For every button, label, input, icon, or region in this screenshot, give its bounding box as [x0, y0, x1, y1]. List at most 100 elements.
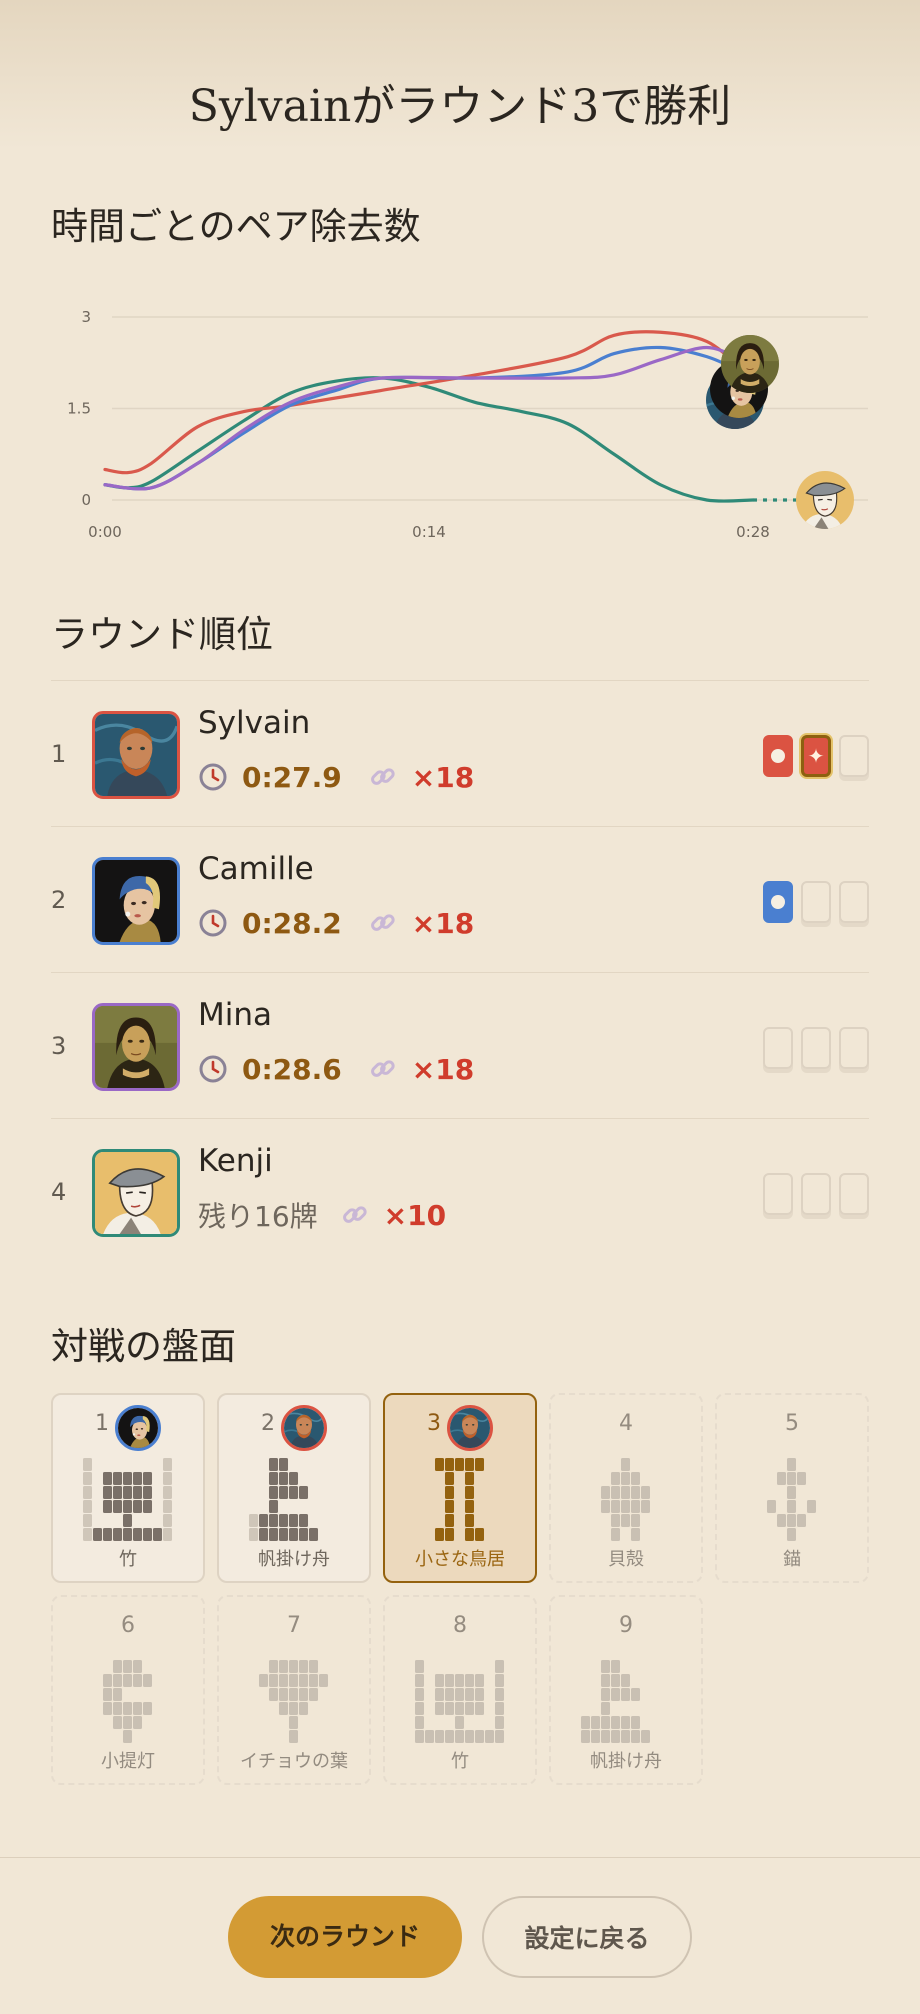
board-name: 錨	[783, 1549, 801, 1570]
board-number: 4	[619, 1411, 633, 1436]
board-number: 8	[453, 1613, 467, 1638]
clock-icon	[199, 1055, 227, 1083]
y-tick-label: 1.5	[67, 400, 91, 418]
ranking-row-kenji: 4 Kenji 残り16牌 ×10	[51, 1118, 869, 1264]
pair-multiplier: ×18	[411, 760, 475, 794]
sparkle-mark: ✦	[807, 744, 825, 768]
empty-round-slot	[801, 1173, 831, 1215]
board-tile-1[interactable]: 1竹	[51, 1393, 205, 1583]
next-round-button[interactable]: 次のラウンド	[228, 1896, 462, 1978]
back-to-settings-button[interactable]: 設定に戻る	[482, 1896, 692, 1978]
player-avatar	[92, 711, 180, 799]
board-number: 7	[287, 1613, 301, 1638]
chart-marker-mina	[721, 335, 779, 393]
board-number: 6	[121, 1613, 135, 1638]
player-stats: 0:28.6 ×18	[198, 1051, 474, 1087]
empty-round-slot	[801, 881, 831, 923]
board-tile-8[interactable]: 8竹	[383, 1595, 537, 1785]
circle-mark	[771, 895, 785, 909]
player-stats: 残り16牌 ×10	[198, 1197, 447, 1234]
circle-mark	[771, 749, 785, 763]
board-tile-6[interactable]: 6 小提灯	[51, 1595, 205, 1785]
player-stats: 0:28.2 ×18	[198, 905, 474, 941]
pair-multiplier: ×18	[411, 1052, 475, 1086]
finish-time: 0:27.9	[242, 760, 342, 794]
board-shape-preview	[415, 1660, 504, 1743]
board-shape-preview	[103, 1660, 152, 1743]
player-avatar	[92, 1149, 180, 1237]
chart-heading: 時間ごとのペア除去数	[51, 205, 421, 248]
ranking-row-mina: 3 Mina 0:28.6 ×18	[51, 972, 869, 1118]
board-shape-preview	[259, 1660, 328, 1743]
remaining-tiles: 残り16牌	[198, 1200, 318, 1233]
pairs-over-time-chart: 0 1.5 3 0:00 0:14 0:28	[67, 308, 868, 541]
link-icon	[370, 914, 395, 931]
board-shape-preview	[435, 1458, 484, 1541]
rank-number: 3	[51, 1032, 67, 1060]
ranking-heading: ラウンド順位	[51, 613, 273, 656]
round-wins: ✦	[763, 735, 869, 777]
board-name: 竹	[119, 1549, 137, 1570]
player-avatar	[92, 857, 180, 945]
board-shape-preview	[249, 1458, 318, 1541]
ranking-row-camille: 2 Camille 0:28.2 ×18	[51, 826, 869, 972]
pair-multiplier: ×18	[411, 906, 475, 940]
board-tile-3[interactable]: 3 小さな鳥居	[383, 1393, 537, 1583]
current-round-win-marker: ✦	[801, 735, 831, 777]
x-tick-label: 0:28	[736, 523, 770, 541]
board-name: 小提灯	[101, 1751, 155, 1772]
link-icon	[370, 768, 395, 785]
board-number: 1	[95, 1411, 109, 1436]
clock-icon	[199, 763, 227, 791]
rank-number: 1	[51, 740, 67, 768]
board-winner-avatar	[115, 1405, 161, 1451]
empty-round-slot	[839, 881, 869, 923]
round-wins	[763, 881, 869, 923]
player-name: Camille	[198, 851, 314, 887]
board-number: 9	[619, 1613, 633, 1638]
player-avatar	[92, 1003, 180, 1091]
rank-number: 4	[51, 1178, 67, 1206]
link-icon	[342, 1206, 367, 1223]
board-tile-5[interactable]: 5錨	[715, 1393, 869, 1583]
board-name: 小さな鳥居	[415, 1549, 505, 1570]
x-tick-label: 0:14	[412, 523, 446, 541]
x-tick-label: 0:00	[88, 523, 122, 541]
finish-time: 0:28.2	[242, 906, 342, 940]
pair-multiplier: ×10	[383, 1198, 447, 1232]
board-tile-9[interactable]: 9 帆掛け舟	[549, 1595, 703, 1785]
boards-heading: 対戦の盤面	[51, 1325, 236, 1368]
chart-marker-kenji	[796, 471, 854, 529]
board-shape-preview	[601, 1458, 650, 1541]
round-win-marker	[763, 735, 793, 777]
rank-number: 2	[51, 886, 67, 914]
board-name: 帆掛け舟	[258, 1549, 330, 1570]
series-line-camille	[103, 345, 744, 491]
player-stats: 0:27.9 ×18	[198, 759, 474, 795]
board-tile-7[interactable]: 7 イチョウの葉	[217, 1595, 371, 1785]
board-tile-2[interactable]: 2 帆掛け舟	[217, 1393, 371, 1583]
player-name: Kenji	[198, 1143, 273, 1179]
player-name: Mina	[198, 997, 273, 1033]
finish-time: 0:28.6	[242, 1052, 342, 1086]
board-winner-avatar	[447, 1405, 493, 1451]
page-title: Sylvainがラウンド3で勝利	[188, 81, 732, 132]
board-shape-preview	[767, 1458, 816, 1541]
y-tick-label: 3	[81, 308, 91, 326]
board-tile-4[interactable]: 4 貝殻	[549, 1393, 703, 1583]
round-wins	[763, 1173, 869, 1215]
link-icon	[370, 1060, 395, 1077]
board-name: 竹	[451, 1751, 469, 1772]
round-wins	[763, 1027, 869, 1069]
empty-round-slot	[801, 1027, 831, 1069]
series-line-kenji	[103, 376, 755, 503]
round-win-marker	[763, 881, 793, 923]
empty-round-slot	[839, 735, 869, 777]
board-number: 5	[785, 1411, 799, 1436]
board-name: 帆掛け舟	[590, 1751, 662, 1772]
clock-icon	[199, 909, 227, 937]
series-line-sylvain	[103, 330, 744, 475]
empty-round-slot	[763, 1027, 793, 1069]
player-name: Sylvain	[198, 705, 311, 741]
empty-round-slot	[763, 1173, 793, 1215]
